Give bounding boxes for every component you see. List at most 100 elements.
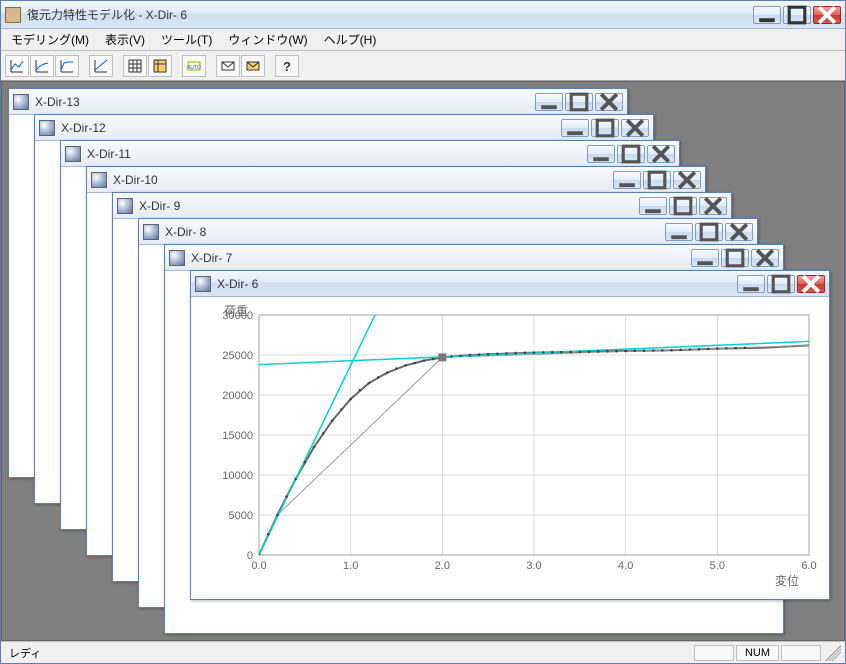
child-maximize-button[interactable]: [695, 223, 723, 241]
child-titlebar[interactable]: X-Dir- 6: [191, 271, 829, 297]
resize-grip-icon[interactable]: [825, 645, 841, 661]
menubar: モデリング(M) 表示(V) ツール(T) ウィンドウ(W) ヘルプ(H): [1, 29, 845, 51]
child-minimize-button[interactable]: [737, 275, 765, 293]
x-tick-label: 2.0: [435, 560, 450, 572]
y-tick-label: 10000: [222, 470, 253, 482]
child-title: X-Dir-10: [113, 173, 613, 187]
child-close-button[interactable]: [699, 197, 727, 215]
y-axis-label: 荷重: [224, 305, 248, 318]
child-titlebar[interactable]: X-Dir- 9: [113, 193, 731, 219]
child-title: X-Dir-11: [87, 147, 587, 161]
graph4-icon[interactable]: [89, 55, 113, 77]
x-tick-label: 6.0: [801, 560, 816, 572]
child-maximize-button[interactable]: [721, 249, 749, 267]
menu-view[interactable]: 表示(V): [97, 29, 153, 50]
auto-icon[interactable]: AUTO: [182, 55, 206, 77]
child-close-button[interactable]: [595, 93, 623, 111]
child-maximize-button[interactable]: [643, 171, 671, 189]
child-title: X-Dir- 9: [139, 199, 639, 213]
child-title: X-Dir- 7: [191, 251, 691, 265]
child-minimize-button[interactable]: [613, 171, 641, 189]
child-minimize-button[interactable]: [691, 249, 719, 267]
svg-text:AUTO: AUTO: [187, 65, 201, 71]
child-title: X-Dir- 8: [165, 225, 665, 239]
child-title: X-Dir-13: [35, 95, 535, 109]
child-close-button[interactable]: [647, 145, 675, 163]
x-axis-label: 変位: [775, 573, 799, 588]
child-title: X-Dir-12: [61, 121, 561, 135]
svg-text:?: ?: [283, 59, 291, 74]
table1-icon[interactable]: [123, 55, 147, 77]
graph1-icon[interactable]: [5, 55, 29, 77]
x-tick-label: 1.0: [343, 560, 358, 572]
child-titlebar[interactable]: X-Dir-13: [9, 89, 627, 115]
child-close-button[interactable]: [725, 223, 753, 241]
document-icon: [117, 198, 133, 214]
y-tick-label: 15000: [222, 430, 253, 442]
child-titlebar[interactable]: X-Dir-11: [61, 141, 679, 167]
child-maximize-button[interactable]: [767, 275, 795, 293]
chart: 0.0 1.0 2.0 3.0 4.0 5.0 6.0 0 5000 10000 15000 2000…: [199, 305, 819, 595]
child-titlebar[interactable]: X-Dir- 8: [139, 219, 757, 245]
main-window: 復元力特性モデル化 - X-Dir- 6 モデリング(M) 表示(V) ツール(…: [0, 0, 846, 664]
minimize-button[interactable]: [753, 6, 781, 24]
child-close-button[interactable]: [621, 119, 649, 137]
table2-icon[interactable]: [148, 55, 172, 77]
child-close-button[interactable]: [751, 249, 779, 267]
maximize-button[interactable]: [783, 6, 811, 24]
app-icon: [5, 7, 21, 23]
child-window[interactable]: X-Dir- 6 0.0 1.0 2.0 3.0 4.0 5.0 6.0 0 5000 10000 1…: [190, 270, 830, 600]
child-minimize-button[interactable]: [665, 223, 693, 241]
y-tick-label: 5000: [229, 510, 253, 522]
document-icon: [91, 172, 107, 188]
status-pane-num: NUM: [736, 645, 779, 661]
menu-modeling[interactable]: モデリング(M): [3, 29, 97, 50]
child-maximize-button[interactable]: [617, 145, 645, 163]
child-minimize-button[interactable]: [639, 197, 667, 215]
x-tick-label: 5.0: [710, 560, 725, 572]
titlebar: 復元力特性モデル化 - X-Dir- 6: [1, 1, 845, 29]
child-titlebar[interactable]: X-Dir- 7: [165, 245, 783, 271]
child-body: 0.0 1.0 2.0 3.0 4.0 5.0 6.0 0 5000 10000 15000 2000…: [191, 297, 829, 599]
help-icon[interactable]: ?: [275, 55, 299, 77]
mdi-client-area: X-Dir-13 X-Dir-12 X-Dir-11 X-Dir-10 X-Dir- 9…: [1, 81, 845, 641]
status-pane-empty: [694, 645, 734, 661]
x-tick-label: 4.0: [618, 560, 633, 572]
menu-window[interactable]: ウィンドウ(W): [220, 29, 315, 50]
child-titlebar[interactable]: X-Dir-10: [87, 167, 705, 193]
menu-tool[interactable]: ツール(T): [153, 29, 220, 50]
menu-help[interactable]: ヘルプ(H): [316, 29, 385, 50]
graph2-icon[interactable]: [30, 55, 54, 77]
x-tick-label: 0.0: [251, 560, 266, 572]
child-maximize-button[interactable]: [565, 93, 593, 111]
y-tick-label: 20000: [222, 390, 253, 402]
document-icon: [65, 146, 81, 162]
graph3-icon[interactable]: [55, 55, 79, 77]
close-button[interactable]: [813, 6, 841, 24]
status-pane-empty2: [781, 645, 821, 661]
y-tick-label: 25000: [222, 350, 253, 362]
toolbar: AUTO ?: [1, 51, 845, 81]
document-icon: [13, 94, 29, 110]
mail2-icon[interactable]: [241, 55, 265, 77]
document-icon: [195, 276, 211, 292]
app-title: 復元力特性モデル化 - X-Dir- 6: [27, 6, 753, 23]
child-minimize-button[interactable]: [561, 119, 589, 137]
document-icon: [169, 250, 185, 266]
chart-container: 0.0 1.0 2.0 3.0 4.0 5.0 6.0 0 5000 10000 15000 2000…: [199, 305, 821, 591]
child-minimize-button[interactable]: [535, 93, 563, 111]
document-icon: [39, 120, 55, 136]
child-minimize-button[interactable]: [587, 145, 615, 163]
x-tick-label: 3.0: [526, 560, 541, 572]
child-close-button[interactable]: [673, 171, 701, 189]
statusbar: レディ NUM: [1, 641, 845, 663]
child-titlebar[interactable]: X-Dir-12: [35, 115, 653, 141]
y-tick-label: 0: [247, 550, 253, 562]
marker-point: [438, 353, 446, 361]
mail1-icon[interactable]: [216, 55, 240, 77]
child-maximize-button[interactable]: [591, 119, 619, 137]
child-title: X-Dir- 6: [217, 277, 737, 291]
child-close-button[interactable]: [797, 275, 825, 293]
child-maximize-button[interactable]: [669, 197, 697, 215]
document-icon: [143, 224, 159, 240]
